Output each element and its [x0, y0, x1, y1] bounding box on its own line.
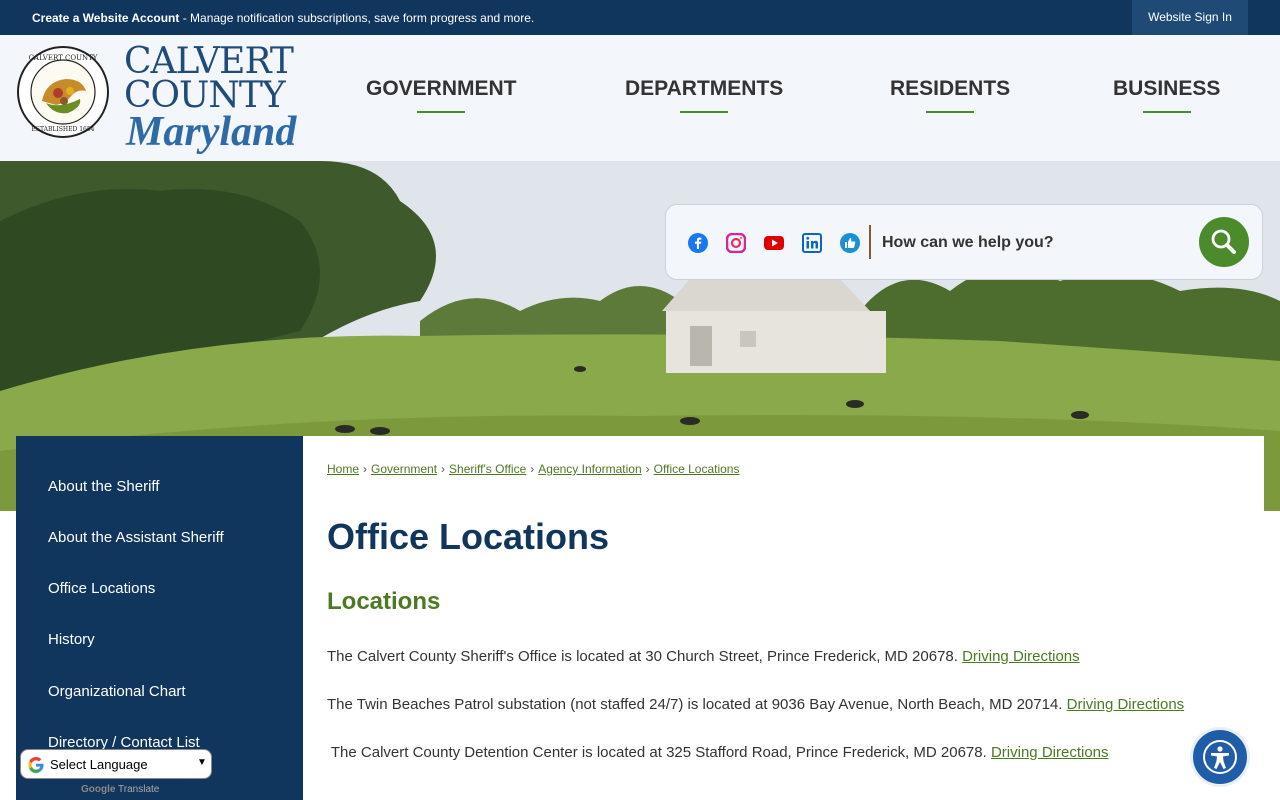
nav-underline: [680, 111, 729, 113]
nav-government-label: GOVERNMENT: [366, 77, 517, 100]
accessibility-button[interactable]: [1190, 727, 1250, 787]
location-text: The Calvert County Detention Center is l…: [327, 744, 991, 761]
location-text: The Twin Beaches Patrol substation (not …: [327, 696, 1067, 713]
top-utility-bar: Create a Website Account - Manage notifi…: [0, 0, 1280, 35]
youtube-icon[interactable]: [764, 233, 784, 253]
linkedin-icon[interactable]: [802, 233, 822, 253]
county-wordmark-logo[interactable]: CALVERT COUNTY Maryland: [124, 41, 296, 154]
driving-directions-link[interactable]: Driving Directions: [991, 744, 1109, 761]
breadcrumb-home[interactable]: Home: [327, 462, 359, 476]
nav-business[interactable]: BUSINESS: [1113, 77, 1221, 113]
sidebar-item-organizational-chart[interactable]: Organizational Chart: [48, 683, 186, 700]
location-paragraph: The Calvert County Detention Center is l…: [327, 744, 1109, 761]
page-title: Office Locations: [327, 516, 610, 557]
wordmark-line-3: Maryland: [126, 109, 297, 155]
search-icon: [1211, 229, 1236, 254]
location-paragraph: The Twin Beaches Patrol substation (not …: [327, 696, 1184, 713]
sidebar-nav: About the Sheriff About the Assistant Sh…: [16, 436, 303, 800]
facebook-icon[interactable]: [688, 233, 708, 253]
language-select-label: Select Language: [50, 757, 148, 772]
language-select[interactable]: Select Language ▼: [20, 749, 212, 779]
search-divider: [869, 225, 871, 259]
sidebar-item-history[interactable]: History: [48, 631, 95, 648]
nav-underline: [926, 111, 975, 113]
county-seal-logo[interactable]: CALVERT COUNTY ESTABLISHED 1654: [16, 45, 110, 139]
account-message: Create a Website Account - Manage notifi…: [32, 11, 534, 25]
breadcrumb-office-locations[interactable]: Office Locations: [654, 462, 740, 476]
main-content: Home › Government › Sheriff's Office › Agency …: [303, 436, 1264, 800]
create-account-link[interactable]: Create a Website Account: [32, 11, 179, 25]
breadcrumb-government[interactable]: Government: [371, 462, 437, 476]
section-title: Locations: [327, 588, 441, 615]
sidebar-item-about-the-assistant-sheriff[interactable]: About the Assistant Sheriff: [48, 529, 224, 546]
translate-label: Translate: [115, 784, 160, 795]
google-g-icon: [28, 757, 44, 773]
nav-departments-label: DEPARTMENTS: [625, 77, 784, 100]
site-header: CALVERT COUNTY ESTABLISHED 1654 CALVERT …: [0, 35, 1280, 161]
nav-residents[interactable]: RESIDENTS: [890, 77, 1011, 113]
nav-government[interactable]: GOVERNMENT: [366, 77, 517, 113]
search-input[interactable]: [882, 227, 1182, 259]
instagram-icon[interactable]: [726, 233, 746, 253]
breadcrumb: Home › Government › Sheriff's Office › Agency …: [327, 462, 739, 476]
breadcrumb-separator: ›: [363, 462, 368, 476]
location-text: The Calvert County Sheriff's Office is l…: [327, 648, 963, 665]
nav-business-label: BUSINESS: [1113, 77, 1221, 100]
website-sign-in-button[interactable]: Website Sign In: [1132, 0, 1248, 35]
create-account-description: - Manage notification subscriptions, sav…: [179, 11, 535, 25]
wordmark-line-1: CALVERT: [124, 41, 294, 82]
thumbs-up-icon[interactable]: [840, 233, 860, 253]
nav-underline: [417, 111, 466, 113]
sidebar-item-office-locations[interactable]: Office Locations: [48, 580, 155, 597]
location-paragraph: The Calvert County Sheriff's Office is l…: [327, 648, 1080, 665]
breadcrumb-sheriffs-office[interactable]: Sheriff's Office: [449, 462, 526, 476]
accessibility-icon: [1203, 740, 1237, 774]
seal-top-text: CALVERT COUNTY: [29, 54, 98, 62]
nav-residents-label: RESIDENTS: [890, 77, 1011, 100]
search-panel: [665, 204, 1263, 280]
nav-departments[interactable]: DEPARTMENTS: [625, 77, 784, 113]
seal-bottom-text: ESTABLISHED 1654: [32, 126, 95, 133]
wordmark-line-2: COUNTY: [124, 75, 286, 116]
nav-underline: [1142, 111, 1191, 113]
driving-directions-link[interactable]: Driving Directions: [962, 648, 1080, 665]
search-button[interactable]: [1199, 217, 1249, 267]
powered-by-google-translate: Google Translate: [81, 784, 159, 795]
breadcrumb-separator: ›: [441, 462, 446, 476]
chevron-down-icon: ▼: [197, 757, 207, 768]
breadcrumb-agency-information[interactable]: Agency Information: [538, 462, 641, 476]
breadcrumb-separator: ›: [530, 462, 535, 476]
google-label: Google: [81, 784, 116, 795]
sidebar-item-about-the-sheriff[interactable]: About the Sheriff: [48, 478, 159, 495]
driving-directions-link[interactable]: Driving Directions: [1067, 696, 1185, 713]
breadcrumb-separator: ›: [645, 462, 650, 476]
